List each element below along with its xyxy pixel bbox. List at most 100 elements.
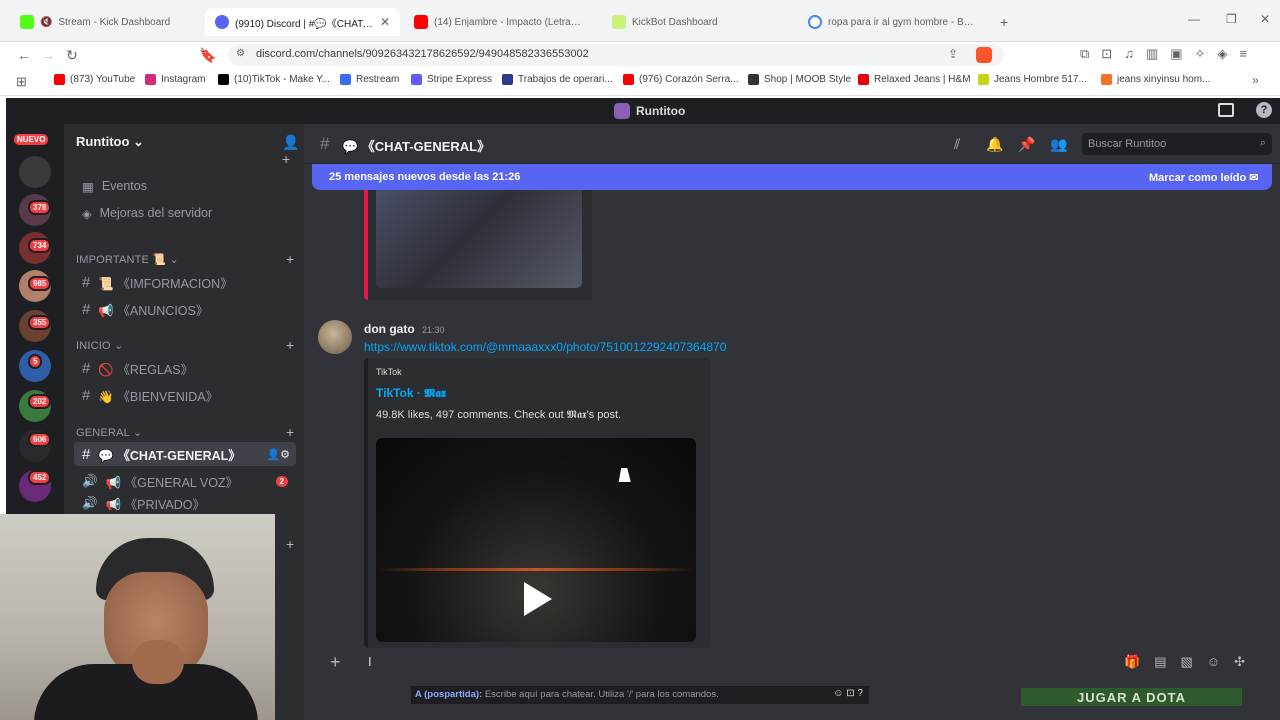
bookmark-item[interactable]: jeans xinyinsu hom... — [1101, 74, 1210, 85]
inbox-icon[interactable] — [1218, 103, 1234, 117]
url-text: discord.com/channels/909263432178626592/… — [256, 48, 589, 60]
bookmark-item[interactable]: (976) Corazón Serra... — [623, 74, 739, 85]
game-chat-hint[interactable]: A (pospartida): Escribe aquí para chatea… — [411, 686, 869, 704]
bookmark-item[interactable]: Jeans Hombre 517... — [978, 74, 1087, 85]
add-channel-icon[interactable]: + — [286, 424, 294, 440]
youtube-favicon-icon — [414, 15, 428, 29]
previous-image[interactable] — [376, 190, 582, 288]
back-icon[interactable]: ← — [14, 45, 34, 65]
tab-kickbot[interactable]: KickBot Dashboard — [602, 8, 794, 36]
new-messages-bar[interactable]: 25 mensajes nuevos desde las 21:26 Marca… — [312, 164, 1272, 190]
embed-title[interactable]: TikTok · 𝕸𝖆𝖝 — [376, 386, 446, 401]
channel-general-voz[interactable]: 🔊 📢 《GENERAL VOZ》 2 — [74, 469, 296, 493]
search-input[interactable]: Buscar Runtitoo ⌕ — [1082, 133, 1272, 155]
forward-icon[interactable]: → — [38, 45, 58, 65]
threads-icon[interactable]: ⫽ — [954, 136, 960, 153]
add-channel-icon[interactable]: + — [286, 536, 294, 552]
site-info-icon[interactable]: ⚙ — [236, 48, 245, 59]
member-list-icon[interactable]: 👥 — [1050, 136, 1067, 153]
events-item[interactable]: ▦ Eventos — [74, 174, 296, 198]
bookmark-favicon-icon — [502, 74, 513, 85]
wallet-icon[interactable]: ▣ — [1170, 46, 1182, 62]
apps-icon[interactable]: ✣ — [1234, 654, 1245, 670]
webcam-overlay — [0, 514, 275, 720]
add-channel-icon[interactable]: + — [286, 337, 294, 353]
new-tab-icon[interactable]: + — [1000, 14, 1008, 30]
tab-youtube[interactable]: (14) Enjambre - Impacto (Letra) || no — [404, 8, 596, 36]
share-icon[interactable]: ⇪ — [948, 47, 958, 61]
server-icon[interactable] — [19, 156, 51, 188]
bookmark-icon[interactable]: 🔖 — [198, 45, 218, 65]
menu-icon[interactable]: ≡ — [1239, 46, 1247, 62]
message-composer[interactable]: + I 🎁 ▤ ▧ ☺ ✣ — [314, 650, 1270, 676]
more-bookmarks-icon[interactable]: » — [1252, 73, 1259, 87]
play-icon[interactable] — [524, 582, 552, 616]
bookmark-item[interactable]: Relaxed Jeans | H&M — [858, 74, 971, 85]
pin-icon[interactable]: 📌 — [1018, 136, 1035, 153]
hash-icon: # — [82, 445, 91, 463]
help-icon[interactable]: ? — [1256, 102, 1272, 118]
kickbot-favicon-icon — [612, 15, 626, 29]
channel-imformacion[interactable]: # 📜 《IMFORMACION》 — [74, 270, 296, 294]
sidebar-icon[interactable]: ▥ — [1146, 46, 1158, 62]
close-tab-icon[interactable]: ✕ — [380, 15, 390, 29]
avatar[interactable] — [318, 320, 352, 354]
sticker-icon[interactable]: ▧ — [1180, 654, 1192, 670]
screenshot-icon[interactable]: ⊡ — [1101, 46, 1112, 62]
notification-bell-icon[interactable]: 🔔 — [986, 136, 1003, 153]
bookmark-item[interactable]: Instagram — [145, 74, 205, 85]
hash-icon: # — [82, 300, 91, 318]
restore-icon[interactable]: ❐ — [1226, 12, 1237, 26]
music-icon[interactable]: ♫ — [1124, 46, 1134, 62]
invite-people-icon[interactable]: 👤+ — [282, 134, 304, 167]
tiktok-link[interactable]: https://www.tiktok.com/@mmaaaxxx0/photo/… — [364, 340, 726, 354]
horizon-glow — [376, 568, 696, 571]
add-channel-icon[interactable]: + — [286, 251, 294, 267]
address-field[interactable]: ⚙ discord.com/channels/90926343217862659… — [228, 44, 1004, 66]
gif-icon[interactable]: ▤ — [1154, 654, 1166, 670]
category-general[interactable]: GENERAL ⌄ — [76, 426, 142, 439]
video-thumbnail[interactable] — [376, 438, 696, 642]
channel-chat-general[interactable]: # 💬 《CHAT-GENERAL》 👤⚙ — [74, 442, 296, 466]
brave-shield-icon[interactable] — [976, 47, 992, 63]
channel-reglas[interactable]: # 🚫 《REGLAS》 — [74, 356, 296, 380]
channel-settings-icon[interactable]: 👤⚙ — [266, 448, 290, 461]
extensions-icon[interactable]: ⧉ — [1080, 46, 1089, 62]
new-messages-text: 25 mensajes nuevos desde las 21:26 — [329, 171, 521, 183]
mark-as-read-button[interactable]: Marcar como leído ✉ — [1149, 171, 1258, 184]
close-window-icon[interactable]: ✕ — [1260, 12, 1270, 26]
tab-kick-stream[interactable]: 🔇 Stream - Kick Dashboard — [10, 8, 200, 36]
boost-icon: ◈ — [82, 206, 92, 221]
emoji-icon[interactable]: ☺ — [1207, 654, 1220, 670]
channel-anuncios[interactable]: # 📢 《ANUNCIOS》 — [74, 297, 296, 321]
server-name[interactable]: Runtitoo ⌄ — [76, 134, 144, 150]
category-inicio[interactable]: INICIO ⌄ — [76, 339, 124, 352]
category-importante[interactable]: IMPORTANTE 📜 ⌄ — [76, 253, 179, 266]
leo-icon[interactable]: ✧ — [1195, 46, 1206, 62]
bookmark-item[interactable]: Restream — [340, 74, 399, 85]
tab-discord[interactable]: (9910) Discord | #💬《CHAT-GEN ✕ — [205, 8, 400, 36]
apps-grid-icon[interactable]: ⊞ — [16, 74, 27, 90]
minimize-icon[interactable]: — — [1188, 12, 1200, 26]
bookmark-item[interactable]: Shop | MOOB Style — [748, 74, 851, 85]
channel-privado[interactable]: 🔊 📢 《PRIVADO》 — [74, 496, 296, 510]
reload-icon[interactable]: ↻ — [62, 45, 82, 65]
bookmark-item[interactable]: (873) YouTube — [54, 74, 135, 85]
overlay-tools-icon[interactable]: ☺ ⊡ ? — [833, 688, 863, 699]
message-author[interactable]: don gato — [364, 322, 415, 336]
server-boosts-item[interactable]: ◈ Mejoras del servidor — [74, 201, 296, 225]
server-mention-badge: 452 — [28, 470, 52, 485]
bookmark-item[interactable]: Trabajos de operari... — [502, 74, 613, 85]
embed-description: 49.8K likes, 497 comments. Check out 𝕸𝖆𝖝… — [376, 409, 622, 421]
server-mention-badge: 378 — [28, 200, 52, 215]
gift-icon[interactable]: 🎁 — [1124, 654, 1140, 670]
chat-area: # 💬 《CHAT-GENERAL》 ⫽ 🔔 📌 👥 Buscar Runtit… — [304, 124, 1280, 720]
bookmark-label: Jeans Hombre 517... — [994, 74, 1087, 85]
attach-plus-icon[interactable]: + — [330, 652, 341, 673]
tab-google-search[interactable]: ropa para ir al gym hombre - Buscar — [798, 8, 990, 36]
vpn-icon[interactable]: ◈ — [1217, 46, 1227, 62]
bookmark-item[interactable]: (10)TikTok - Make Y... — [218, 74, 330, 85]
bookmark-item[interactable]: Stripe Express — [411, 74, 492, 85]
play-dota-button[interactable]: JUGAR A DOTA — [1021, 688, 1242, 706]
channel-bienvenida[interactable]: # 👋 《BIENVENIDA》 — [74, 383, 296, 407]
